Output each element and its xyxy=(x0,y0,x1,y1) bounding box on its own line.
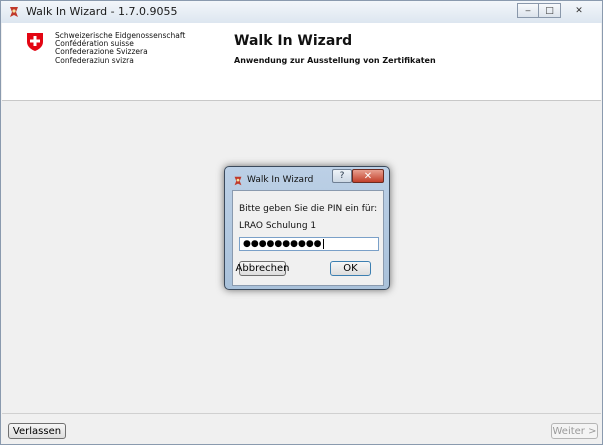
text-caret xyxy=(322,238,324,249)
pin-prompt: Bitte geben Sie die PIN ein für: xyxy=(239,204,378,214)
pin-target: LRAO Schulung 1 xyxy=(239,221,317,231)
federation-line-rm: Confederaziun svizra xyxy=(55,55,134,65)
close-icon: ✕ xyxy=(575,5,583,16)
main-window: Walk In Wizard - 1.7.0.9055 ‒ □ ✕ Schwei… xyxy=(0,0,603,445)
minimize-icon: ‒ xyxy=(525,5,531,16)
leave-button[interactable]: Verlassen xyxy=(8,423,66,439)
footer-divider xyxy=(2,413,601,414)
federation-names: Schweizerische Eidgenossenschaft Confédé… xyxy=(55,31,185,65)
close-icon: ✕ xyxy=(363,170,373,182)
help-icon: ? xyxy=(339,171,345,181)
next-button[interactable]: Weiter > xyxy=(551,423,598,439)
dialog-body: Bitte geben Sie die PIN ein für: LRAO Sc… xyxy=(232,190,384,286)
swiss-coat-of-arms-icon xyxy=(27,33,43,51)
app-subtitle: Anwendung zur Ausstellung von Zertifikat… xyxy=(234,56,436,65)
dialog-app-icon xyxy=(234,176,242,186)
maximize-icon: □ xyxy=(545,5,554,16)
app-title: Walk In Wizard xyxy=(234,33,353,49)
window-controls: ‒ □ ✕ xyxy=(517,3,597,19)
maximize-button[interactable]: □ xyxy=(539,3,561,18)
ok-button[interactable]: OK xyxy=(330,261,371,276)
help-button[interactable]: ? xyxy=(332,169,352,183)
pin-input[interactable]: ●●●●●●●●●● xyxy=(239,237,379,251)
minimize-button[interactable]: ‒ xyxy=(517,3,539,18)
title-bar[interactable]: Walk In Wizard - 1.7.0.9055 ‒ □ ✕ xyxy=(1,1,602,23)
cancel-button[interactable]: Abbrechen xyxy=(236,261,289,276)
header: Schweizerische Eidgenossenschaft Confédé… xyxy=(2,23,601,101)
window-title: Walk In Wizard - 1.7.0.9055 xyxy=(26,5,178,18)
dialog-close-button[interactable]: ✕ xyxy=(352,169,384,183)
pin-dialog: Walk In Wizard ? ✕ Bitte geben Sie die P… xyxy=(224,166,390,290)
app-icon xyxy=(10,7,18,17)
dialog-title: Walk In Wizard xyxy=(247,175,314,185)
pin-value: ●●●●●●●●●● xyxy=(243,239,322,249)
close-button[interactable]: ✕ xyxy=(561,3,597,18)
